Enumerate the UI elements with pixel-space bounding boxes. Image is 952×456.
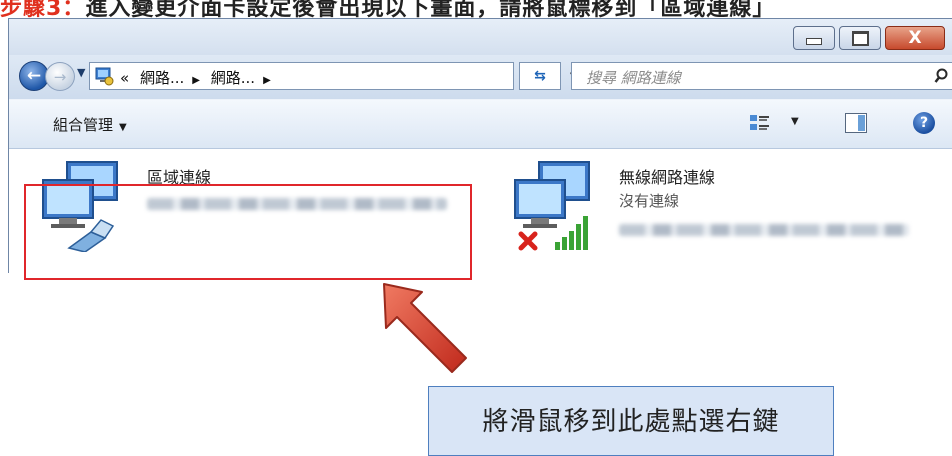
- minimize-icon: [806, 37, 822, 45]
- breadcrumb-item-network[interactable]: 網路...: [140, 69, 184, 87]
- highlight-frame: [24, 184, 472, 280]
- maximize-icon: [851, 30, 869, 46]
- wireless-network-icon: [514, 161, 590, 251]
- back-arrow-icon: ←: [26, 66, 42, 86]
- breadcrumb-chevron-icon[interactable]: ▶: [192, 75, 200, 86]
- close-icon: X: [908, 28, 922, 48]
- network-folder-icon: [95, 67, 114, 86]
- search-box[interactable]: 搜尋 網路連線: [571, 62, 952, 90]
- organize-label: 組合管理: [53, 116, 114, 134]
- navigation-bar: ← → ▼ « 網路...▶ 網路...▶ ▼ ⇆ 搜尋 網路連線: [9, 55, 952, 99]
- pointer-arrow-icon: [383, 283, 467, 373]
- address-bar[interactable]: « 網路...▶ 網路...▶ ▼: [89, 62, 578, 90]
- breadcrumb-item-network-2[interactable]: 網路...: [211, 69, 255, 87]
- help-icon[interactable]: ?: [913, 112, 935, 134]
- wireless-connection-item[interactable]: 無線網路連線 沒有連線: [489, 152, 929, 262]
- change-view-icon[interactable]: [749, 113, 771, 133]
- breadcrumb-chevron-icon[interactable]: ▶: [263, 75, 271, 86]
- chevron-down-icon: ▼: [119, 122, 127, 133]
- breadcrumb: « 網路... ▶ 網路... ▶: [120, 67, 277, 88]
- forward-arrow-icon: →: [53, 67, 67, 86]
- minimize-button[interactable]: [793, 26, 835, 50]
- instruction-callout: 將滑鼠移到此處點選右鍵: [428, 386, 834, 456]
- instruction-line: 步驟3：進入變更介面卡設定後會出現以下畫面，請將鼠標移到「區域連線」: [0, 0, 952, 21]
- search-placeholder: 搜尋 網路連線: [586, 69, 681, 87]
- refresh-button[interactable]: ⇆: [519, 62, 561, 90]
- organize-menu[interactable]: 組合管理 ▼: [53, 114, 127, 135]
- callout-text: 將滑鼠移到此處點選右鍵: [482, 407, 780, 437]
- close-button[interactable]: X: [885, 26, 945, 50]
- title-bar: X: [9, 19, 952, 55]
- command-bar: 組合管理 ▼ ▼ ?: [9, 99, 952, 149]
- refresh-icon: ⇆: [534, 68, 546, 84]
- search-icon[interactable]: [934, 68, 948, 84]
- maximize-button[interactable]: [839, 26, 881, 50]
- recent-pages-chevron-icon[interactable]: ▼: [77, 66, 85, 79]
- breadcrumb-overflow[interactable]: «: [120, 69, 129, 87]
- blurred-adapter-name: [619, 224, 909, 236]
- preview-pane-icon[interactable]: [845, 113, 867, 133]
- connection-name: 無線網路連線: [619, 168, 716, 187]
- connection-status: 沒有連線: [619, 192, 680, 210]
- forward-button[interactable]: →: [45, 62, 75, 91]
- view-options-chevron-icon[interactable]: ▼: [791, 116, 799, 127]
